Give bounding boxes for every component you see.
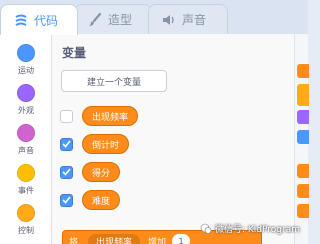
- variable-reporter[interactable]: 倒计时: [82, 134, 130, 154]
- change-amount-input[interactable]: 1: [172, 234, 191, 244]
- category-control[interactable]: 控制: [0, 204, 52, 236]
- motion-color-dot: [17, 44, 35, 62]
- code-icon: [13, 12, 29, 28]
- tab-sounds-label: 声音: [182, 13, 207, 27]
- events-color-dot: [17, 164, 35, 182]
- variable-reporter[interactable]: 出现频率: [82, 106, 139, 126]
- variable-row: 出现频率: [60, 106, 139, 126]
- tab-code-label: 代码: [34, 13, 59, 28]
- script-block[interactable]: [297, 164, 309, 178]
- block-prefix-text: 将: [69, 237, 79, 244]
- control-color-dot: [17, 204, 35, 222]
- make-variable-button[interactable]: 建立一个变量: [61, 70, 167, 92]
- variable-dropdown[interactable]: 出现频率: [88, 233, 141, 244]
- blocks-palette: 变量 建立一个变量 出现频率 倒计时 得分 难度 将 出现频率 增加 1: [52, 34, 294, 244]
- category-motion[interactable]: 运动: [0, 44, 52, 76]
- checkmark-icon: [62, 168, 71, 176]
- variable-checkbox[interactable]: [60, 109, 73, 123]
- variable-reporter[interactable]: 难度: [82, 190, 121, 210]
- category-sound-label: 声音: [18, 146, 34, 155]
- variable-checkbox[interactable]: [60, 165, 73, 179]
- variable-reporter[interactable]: 得分: [82, 162, 121, 182]
- block-middle-text: 增加: [148, 237, 167, 244]
- variable-checkbox[interactable]: [60, 137, 73, 151]
- tab-sounds[interactable]: 声音: [148, 4, 228, 34]
- tab-code[interactable]: 代码: [0, 4, 78, 35]
- checkmark-icon: [62, 140, 71, 148]
- sound-color-dot: [17, 124, 35, 142]
- tab-bar: 代码 造型 声音: [0, 0, 308, 35]
- script-block[interactable]: [297, 110, 309, 124]
- speaker-icon: [161, 12, 177, 28]
- category-events[interactable]: 事件: [0, 164, 52, 196]
- category-sound[interactable]: 声音: [0, 124, 52, 156]
- looks-color-dot: [17, 84, 35, 102]
- variable-row: 得分: [60, 162, 121, 182]
- category-motion-label: 运动: [18, 66, 34, 75]
- brush-icon: [87, 12, 103, 28]
- category-looks-label: 外观: [18, 106, 34, 115]
- variable-checkbox[interactable]: [60, 193, 73, 207]
- category-control-label: 控制: [18, 226, 34, 235]
- script-block[interactable]: [297, 184, 309, 198]
- script-area[interactable]: [294, 34, 309, 244]
- watermark-text: 微信号: KidProgram: [215, 225, 300, 235]
- variable-row: 倒计时: [60, 134, 130, 154]
- script-block[interactable]: [297, 64, 309, 78]
- watermark: 微信号: KidProgram: [200, 222, 300, 235]
- script-block[interactable]: [297, 130, 309, 144]
- script-block[interactable]: [297, 204, 309, 218]
- tab-costumes[interactable]: 造型: [74, 4, 152, 34]
- category-looks[interactable]: 外观: [0, 84, 52, 116]
- tab-costumes-label: 造型: [108, 13, 133, 27]
- category-sidebar: 运动 外观 声音 事件 控制: [0, 34, 52, 244]
- checkmark-icon: [62, 196, 71, 204]
- variable-row: 难度: [60, 190, 121, 210]
- palette-section-title: 变量: [62, 46, 87, 60]
- category-events-label: 事件: [18, 186, 34, 195]
- wechat-icon: [200, 223, 212, 234]
- script-block[interactable]: [297, 84, 309, 106]
